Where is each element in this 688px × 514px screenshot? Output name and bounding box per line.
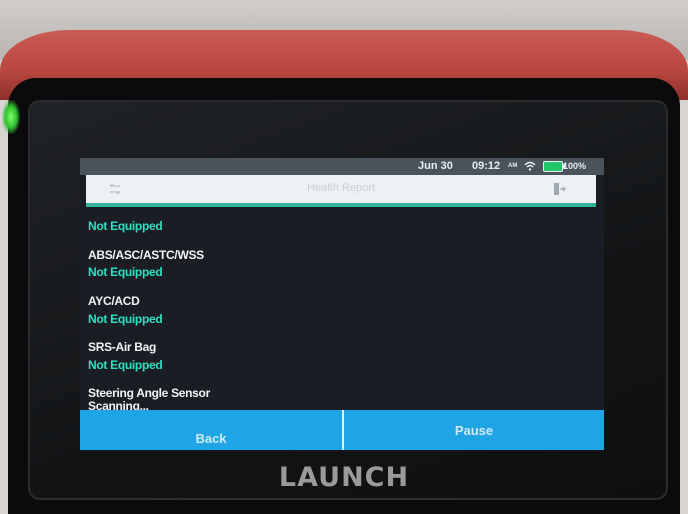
item-status: Not Equipped xyxy=(88,312,163,326)
title-accent-line xyxy=(86,203,596,207)
power-led xyxy=(2,100,20,134)
device-screen: Jun 30 09:12 AM 100% Health Report Not E… xyxy=(80,158,604,450)
back-button[interactable]: Back xyxy=(80,410,342,450)
status-bar: Jun 30 09:12 AM 100% xyxy=(80,158,604,175)
battery-icon xyxy=(543,161,565,172)
status-am-pm: AM xyxy=(508,163,518,169)
item-status: Not Equipped xyxy=(88,265,163,279)
item-name: ABS/ASC/ASTC/WSS xyxy=(88,248,204,262)
wifi-icon xyxy=(524,161,536,171)
page-title: Health Report xyxy=(307,182,375,194)
item-name: AYC/ACD xyxy=(88,294,140,308)
bottom-action-bar: Back Pause xyxy=(80,410,604,450)
item-status: Not Equipped xyxy=(88,358,163,372)
battery-percent: 100% xyxy=(563,161,587,171)
exit-icon[interactable] xyxy=(552,182,566,196)
status-time: 09:12 xyxy=(472,160,501,172)
item-name: SRS-Air Bag xyxy=(88,340,157,354)
pause-button[interactable]: Pause xyxy=(344,410,604,450)
brand-logo: LAUNCH xyxy=(278,462,410,493)
report-list: Not Equipped ABS/ASC/ASTC/WSS Not Equipp… xyxy=(80,210,604,413)
item-status: Not Equipped xyxy=(88,219,163,233)
status-date: Jun 30 xyxy=(418,160,453,172)
item-name: Steering Angle Sensor xyxy=(88,386,210,400)
title-bar: Health Report xyxy=(86,175,596,203)
